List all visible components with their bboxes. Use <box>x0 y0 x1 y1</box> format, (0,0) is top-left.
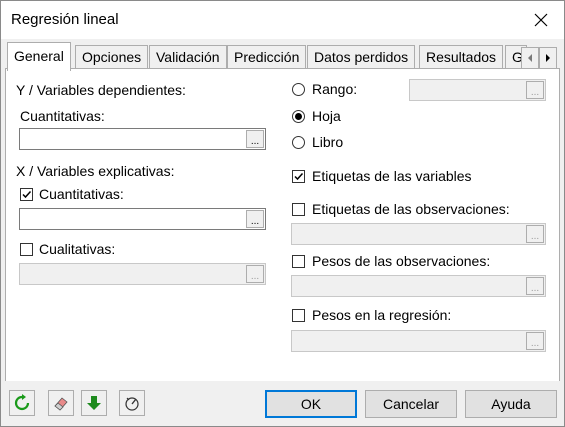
range-radio[interactable] <box>292 83 305 96</box>
move-down-button[interactable] <box>81 390 107 416</box>
reg-weights-select-button[interactable]: ... <box>526 332 544 350</box>
tab-scroll-left[interactable] <box>521 47 539 69</box>
obs-labels-checkbox[interactable] <box>292 203 305 216</box>
tab-opciones[interactable]: Opciones <box>75 45 149 68</box>
obs-labels-select-button[interactable]: ... <box>526 225 544 243</box>
range-select-button[interactable]: ... <box>526 81 544 99</box>
x-quant-label: Cuantitativas: <box>39 186 124 202</box>
x-qual-checkbox[interactable] <box>20 243 33 256</box>
x-qual-select-button[interactable]: ... <box>246 265 264 283</box>
reg-weights-field[interactable]: ... <box>291 330 546 352</box>
help-button[interactable]: Ayuda <box>465 390 557 418</box>
var-labels-label: Etiquetas de las variables <box>312 168 472 184</box>
book-label: Libro <box>312 134 344 150</box>
book-radio[interactable] <box>292 136 305 149</box>
sheet-label: Hoja <box>312 108 341 124</box>
tab-general[interactable]: General <box>7 42 71 71</box>
obs-labels-label: Etiquetas de las observaciones: <box>312 201 510 217</box>
x-qual-field[interactable]: ... <box>19 263 266 285</box>
y-quant-select-button[interactable]: ... <box>246 130 264 148</box>
obs-labels-field[interactable]: ... <box>291 223 546 245</box>
window-title: Regresión lineal <box>11 11 119 28</box>
gauge-icon <box>125 397 139 411</box>
dialog-window: Regresión lineal General Opciones Valida… <box>0 0 565 427</box>
cancel-button[interactable]: Cancelar <box>365 390 457 418</box>
arrow-right-icon <box>546 54 550 62</box>
y-heading: Y / Variables dependientes: <box>16 82 186 98</box>
y-quant-label: Cuantitativas: <box>20 108 105 124</box>
reg-weights-checkbox[interactable] <box>292 309 305 322</box>
tab-prediccion[interactable]: Predicción <box>227 45 307 68</box>
close-icon <box>534 13 548 27</box>
sheet-radio[interactable] <box>292 110 305 123</box>
clear-button[interactable] <box>48 390 74 416</box>
x-quant-field[interactable]: ... <box>19 208 266 230</box>
ok-button[interactable]: OK <box>265 390 357 418</box>
x-quant-select-button[interactable]: ... <box>246 210 264 228</box>
tab-validacion[interactable]: Validación <box>149 45 227 68</box>
arrow-left-icon <box>528 54 532 62</box>
y-quant-field[interactable]: ... <box>19 128 266 150</box>
x-quant-checkbox[interactable] <box>20 188 33 201</box>
reg-weights-label: Pesos en la regresión: <box>312 307 452 323</box>
x-heading: X / Variables explicativas: <box>16 163 175 179</box>
obs-weights-checkbox[interactable] <box>292 255 305 268</box>
tab-scroll-right[interactable] <box>539 47 557 69</box>
var-labels-checkbox[interactable] <box>292 170 305 183</box>
range-label: Rango: <box>312 81 358 97</box>
obs-weights-field[interactable]: ... <box>291 275 546 297</box>
obs-weights-label: Pesos de las observaciones: <box>312 253 491 269</box>
options-button[interactable] <box>119 390 145 416</box>
title-bar: Regresión lineal <box>1 1 564 39</box>
range-field[interactable]: ... <box>409 79 546 101</box>
reset-icon <box>14 394 30 411</box>
eraser-icon <box>54 397 68 411</box>
tab-resultados[interactable]: Resultados <box>419 45 504 68</box>
close-button[interactable] <box>527 7 555 33</box>
arrow-down-icon <box>87 396 101 410</box>
x-qual-label: Cualitativas: <box>39 241 116 257</box>
tab-datos-perdidos[interactable]: Datos perdidos <box>307 45 416 68</box>
obs-weights-select-button[interactable]: ... <box>526 277 544 295</box>
reset-button[interactable] <box>9 390 35 416</box>
button-bar: OK Cancelar Ayuda <box>1 381 564 426</box>
